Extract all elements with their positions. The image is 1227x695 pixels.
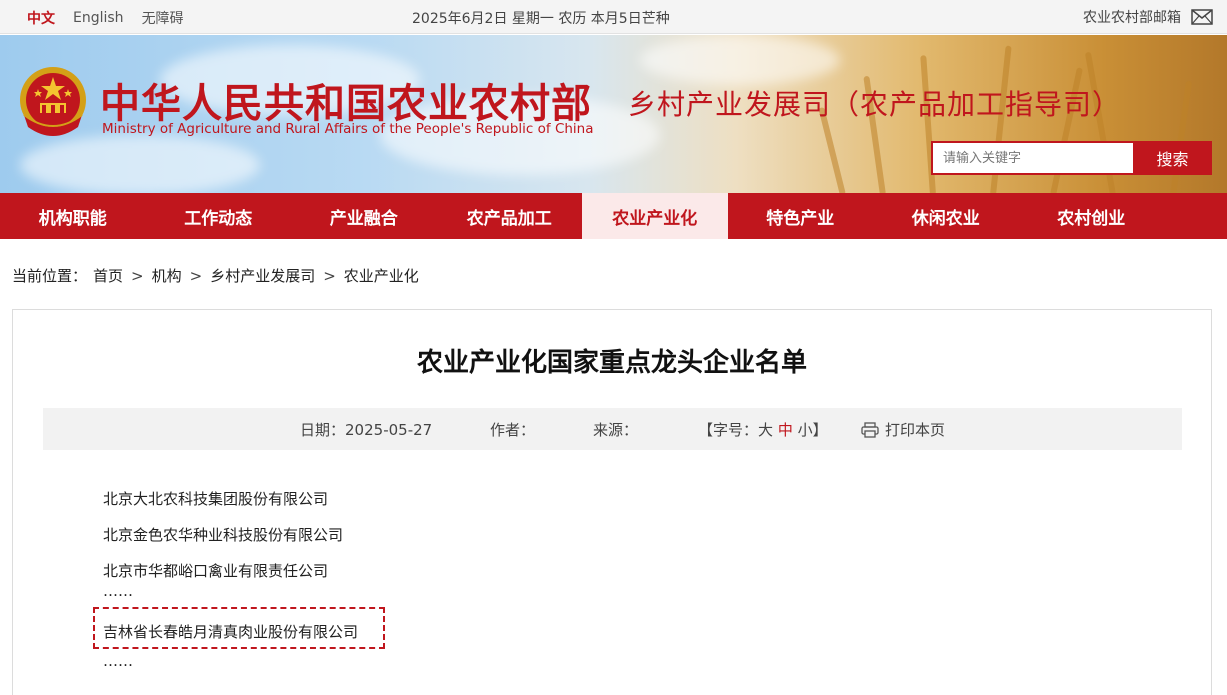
font-size-medium[interactable]: 中 [778,421,793,439]
wheat-decoration [1170,80,1192,193]
lang-zh-link[interactable]: 中文 [27,8,55,28]
mail-link[interactable]: 农业农村部邮箱 [1083,7,1213,27]
cloud-decoration [640,35,840,85]
breadcrumb-home[interactable]: 首页 [93,265,123,286]
date-text: 2025年6月2日 星期一 农历 本月5日芒种 [412,11,670,27]
author-label: 作者： [490,421,536,439]
breadcrumb-org[interactable]: 机构 [152,265,182,286]
accessibility-link[interactable]: 无障碍 [142,8,184,28]
breadcrumb-dept[interactable]: 乡村产业发展司 [210,265,315,286]
envelope-icon[interactable] [1191,9,1213,25]
printer-icon [861,421,879,438]
list-item: 北京市华都峪口禽业有限责任公司 [103,562,329,580]
nav-item-specialty-industry[interactable]: 特色产业 [728,193,874,239]
national-emblem-icon [18,65,88,139]
top-bar: 中文 English 无障碍 2025年6月2日 星期一 农历 本月5日芒种 农… [0,0,1227,34]
ellipsis-text: …… [103,652,133,670]
print-button[interactable]: 打印本页 [861,419,945,440]
nav-item-agri-processing[interactable]: 农产品加工 [437,193,583,239]
nav-item-rural-entrepreneurship[interactable]: 农村创业 [1019,193,1165,239]
font-size-label: 【字号： [698,421,759,439]
date-label: 日期： [300,421,346,439]
nav-item-industry-integration[interactable]: 产业融合 [291,193,437,239]
main-nav: 机构职能 工作动态 产业融合 农产品加工 农业产业化 特色产业 休闲农业 农村创… [0,193,1227,239]
article-meta-bar: 日期：2025-05-27 作者： 来源： 【字号：大 中 小】 打印本页 [43,408,1182,450]
date-value: 2025-05-27 [345,421,433,439]
nav-item-org-functions[interactable]: 机构职能 [0,193,146,239]
font-size-control: 【字号：大 中 小】 [698,419,828,440]
breadcrumb-current[interactable]: 农业产业化 [344,265,419,286]
search-box: 搜索 [931,141,1212,175]
source-label: 来源： [593,421,639,439]
department-title: 乡村产业发展司（农产品加工指导司） [628,88,1122,121]
search-input[interactable] [931,141,1133,175]
print-label: 打印本页 [885,421,946,439]
breadcrumb-separator: > [323,266,336,285]
breadcrumb: 当前位置： 首页 > 机构 > 乡村产业发展司 > 农业产业化 [12,265,419,286]
ellipsis-text: …… [103,582,133,600]
list-item: 北京大北农科技集团股份有限公司 [103,490,329,508]
language-switcher: 中文 English 无障碍 [27,8,184,28]
nav-item-work-news[interactable]: 工作动态 [146,193,292,239]
lang-en-link[interactable]: English [73,10,124,26]
breadcrumb-separator: > [189,266,203,285]
header-banner: 中华人民共和国农业农村部 Ministry of Agriculture and… [0,35,1227,193]
article-panel: 农业产业化国家重点龙头企业名单 日期：2025-05-27 作者： 来源： 【字… [12,309,1212,695]
cloud-decoration [20,135,260,193]
breadcrumb-separator: > [131,266,144,285]
mail-label: 农业农村部邮箱 [1083,10,1181,26]
article-title: 农业产业化国家重点龙头企业名单 [416,348,807,378]
date-meta: 日期：2025-05-27 [300,419,432,440]
highlight-box [93,607,385,649]
breadcrumb-prefix: 当前位置： [12,267,88,285]
nav-item-leisure-agriculture[interactable]: 休闲农业 [873,193,1019,239]
search-button[interactable]: 搜索 [1133,141,1212,175]
site-subtitle: Ministry of Agriculture and Rural Affair… [102,121,594,137]
nav-item-agri-industrialization[interactable]: 农业产业化 [582,193,728,239]
list-item: 北京金色农华种业科技股份有限公司 [103,526,344,544]
font-size-large[interactable]: 大 [758,421,773,439]
font-size-small[interactable]: 小】 [798,421,828,439]
